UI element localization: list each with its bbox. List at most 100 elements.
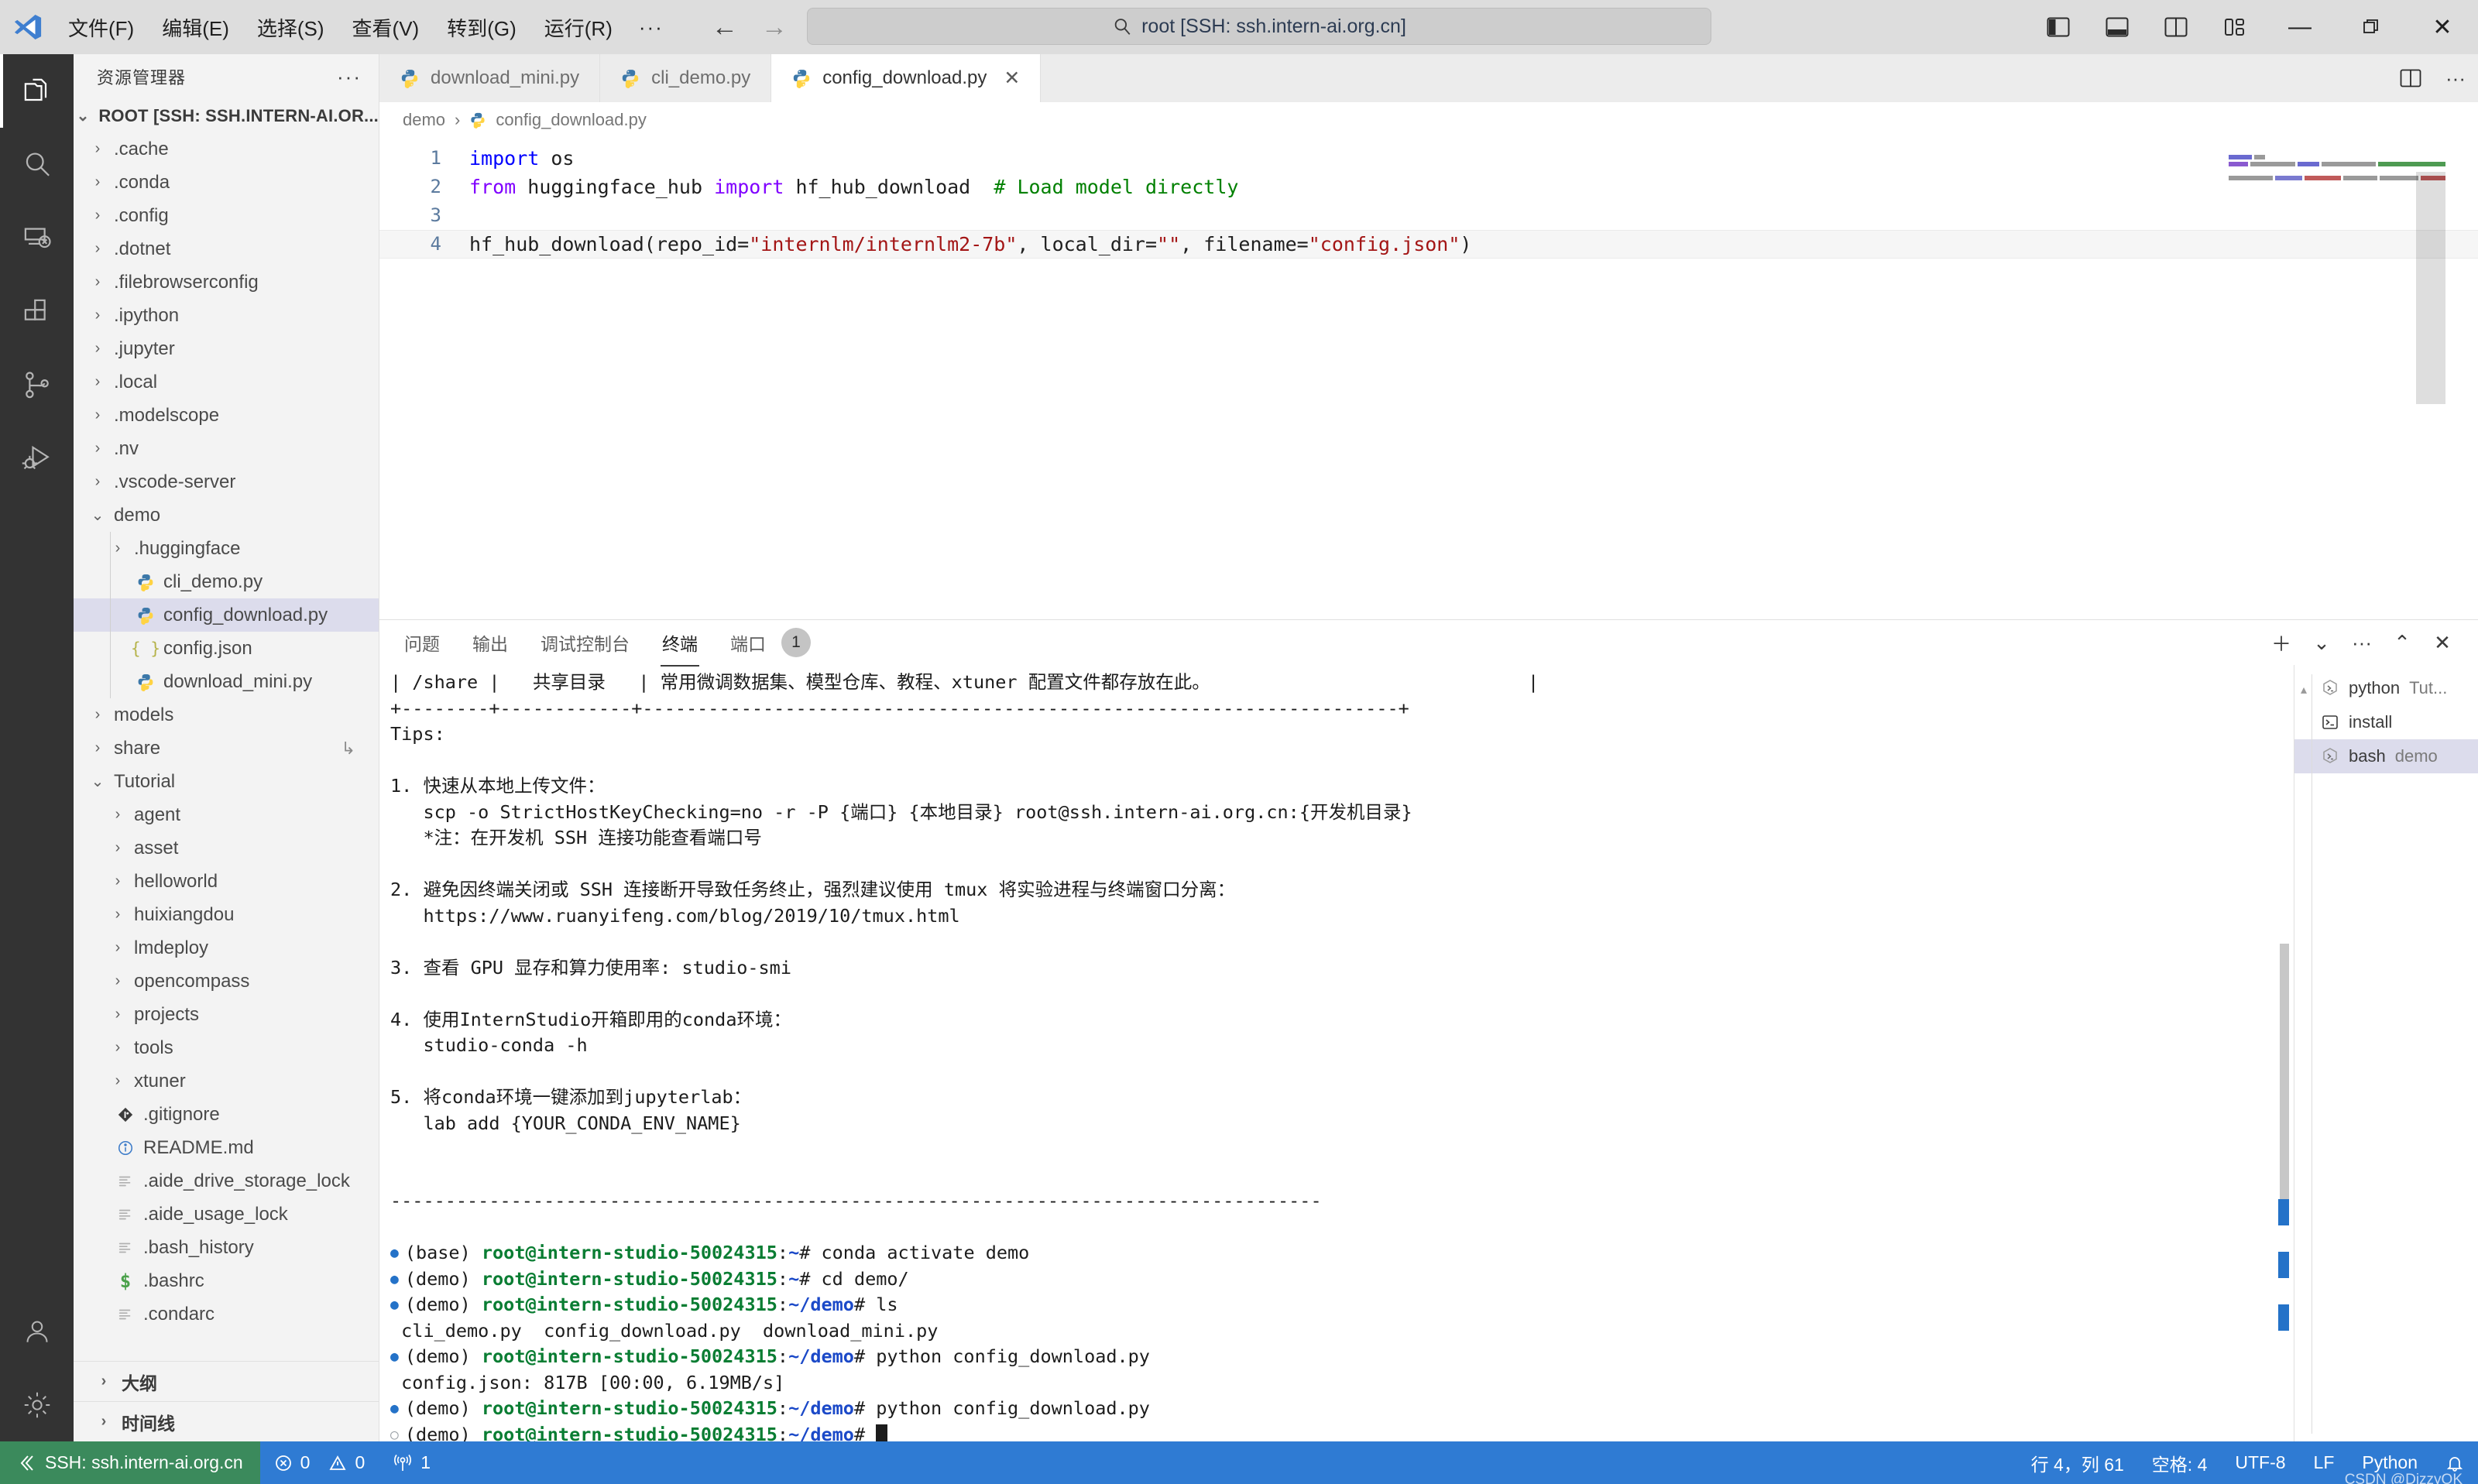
terminal-list-item-bash-demo[interactable]: bash demo	[2294, 739, 2478, 773]
close-panel-icon[interactable]: ✕	[2422, 622, 2463, 663]
tree-item-projects[interactable]: › projects	[74, 998, 379, 1031]
tree-item-share[interactable]: › share ↳	[74, 732, 379, 765]
panel-tab-debug-console[interactable]: 调试控制台	[539, 625, 631, 660]
go-forward-icon[interactable]: →	[761, 14, 788, 40]
tree-item-download-mini-py[interactable]: download_mini.py	[74, 665, 379, 698]
tree-item-config[interactable]: › .config	[74, 199, 379, 232]
activitybar-extensions[interactable]	[0, 275, 74, 348]
status-indentation[interactable]: 空格: 4	[2138, 1441, 2222, 1484]
toggle-primary-sidebar-icon[interactable]	[2029, 0, 2088, 54]
panel-tab-problems[interactable]: 问题	[403, 625, 441, 660]
tree-item-asset[interactable]: › asset	[74, 831, 379, 865]
tree-item-config-download-py[interactable]: config_download.py	[74, 598, 379, 632]
tree-item-dotnet[interactable]: › .dotnet	[74, 232, 379, 266]
tree-item-xtuner[interactable]: › xtuner	[74, 1064, 379, 1098]
terminal-list-item-install[interactable]: install	[2294, 705, 2478, 739]
close-window-button[interactable]: ✕	[2407, 0, 2478, 54]
toggle-panel-icon[interactable]	[2088, 0, 2147, 54]
status-ports[interactable]: 1	[379, 1441, 444, 1484]
close-icon[interactable]: ✕	[1004, 67, 1020, 90]
tree-item-local[interactable]: › .local	[74, 365, 379, 399]
activitybar-search[interactable]	[0, 128, 74, 201]
tree-item-opencompass[interactable]: › opencompass	[74, 965, 379, 998]
terminal-list-item-python[interactable]: python Tut...	[2294, 671, 2478, 705]
breadcrumb-file[interactable]: config_download.py	[496, 110, 646, 130]
maximize-panel-icon[interactable]: ⌃	[2382, 622, 2422, 663]
tab-cli-demo[interactable]: cli_demo.py	[600, 54, 772, 102]
tree-item-tutorial[interactable]: ⌄ Tutorial	[74, 765, 379, 798]
customize-layout-icon[interactable]	[2205, 0, 2264, 54]
tree-item-conda[interactable]: › .conda	[74, 166, 379, 199]
explorer-more-icon[interactable]: ···	[337, 65, 362, 89]
tab-download-mini[interactable]: download_mini.py	[379, 54, 601, 102]
menu-view[interactable]: 查看(V)	[340, 9, 432, 46]
activitybar-remote-explorer[interactable]	[0, 201, 74, 275]
activitybar-run-and-debug[interactable]	[0, 422, 74, 495]
split-editor-icon[interactable]	[2388, 54, 2433, 102]
editor-vertical-scrollbar[interactable]	[2445, 138, 2478, 619]
toggle-secondary-sidebar-icon[interactable]	[2147, 0, 2205, 54]
tree-item-lmdeploy[interactable]: › lmdeploy	[74, 931, 379, 965]
breadcrumb-folder[interactable]: demo	[403, 110, 445, 130]
status-encoding[interactable]: UTF-8	[2221, 1441, 2299, 1484]
tree-item-cli-demo-py[interactable]: cli_demo.py	[74, 565, 379, 598]
tree-item-nv[interactable]: › .nv	[74, 432, 379, 465]
tree-item-config-json[interactable]: { } config.json	[74, 632, 379, 665]
tree-item-agent[interactable]: › agent	[74, 798, 379, 831]
tree-item-ipython[interactable]: › .ipython	[74, 299, 379, 332]
status-remote-host[interactable]: SSH: ssh.intern-ai.org.cn	[0, 1441, 260, 1484]
menu-selection[interactable]: 选择(S)	[245, 9, 337, 46]
tree-root-folder[interactable]: ⌄ ROOT [SSH: SSH.INTERN-AI.OR...	[74, 99, 379, 132]
activitybar-accounts[interactable]	[0, 1294, 74, 1368]
tree-item-models[interactable]: › models	[74, 698, 379, 732]
status-problems[interactable]: 0 0	[260, 1441, 379, 1484]
panel-more-actions-icon[interactable]: ···	[2342, 622, 2382, 663]
terminal-dropdown-icon[interactable]: ⌄	[2301, 622, 2342, 663]
tree-item-filebrowserconfig[interactable]: › .filebrowserconfig	[74, 266, 379, 299]
tree-item-modelscope[interactable]: › .modelscope	[74, 399, 379, 432]
tree-item-readme-md[interactable]: README.md	[74, 1131, 379, 1164]
go-back-icon[interactable]: ←	[712, 14, 738, 40]
tree-item-aide-usage-lock[interactable]: .aide_usage_lock	[74, 1198, 379, 1231]
status-editor-position[interactable]: 行 4，列 61	[2017, 1441, 2138, 1484]
tree-item-bash-history[interactable]: .bash_history	[74, 1231, 379, 1264]
tab-config-download[interactable]: config_download.py ✕	[771, 54, 1042, 102]
minimize-button[interactable]: —	[2264, 0, 2336, 54]
tree-item-jupyter[interactable]: › .jupyter	[74, 332, 379, 365]
sidebar-panel-timeline[interactable]: › 时间线	[74, 1401, 379, 1441]
file-tree[interactable]: ⌄ ROOT [SSH: SSH.INTERN-AI.OR... › .cache…	[74, 99, 379, 1361]
menu-file[interactable]: 文件(F)	[56, 9, 146, 46]
tree-item-huggingface[interactable]: › .huggingface	[74, 532, 379, 565]
status-eol[interactable]: LF	[2300, 1441, 2349, 1484]
terminal-scrollbar[interactable]	[2280, 944, 2289, 1199]
editor-more-actions-icon[interactable]: ···	[2433, 54, 2478, 102]
menu-more-icon[interactable]: ···	[628, 11, 674, 44]
activitybar-explorer[interactable]	[0, 54, 74, 128]
menu-edit[interactable]: 编辑(E)	[149, 9, 242, 46]
tree-item-gitignore[interactable]: .gitignore	[74, 1098, 379, 1131]
new-terminal-icon[interactable]: ＋	[2261, 622, 2301, 663]
maximize-restore-button[interactable]	[2336, 0, 2407, 54]
tree-item-huixiangdou[interactable]: › huixiangdou	[74, 898, 379, 931]
terminal-output[interactable]: | /share | 共享目录 | 常用微调数据集、模型仓库、教程、xtuner…	[379, 665, 2294, 1441]
tree-item-cache[interactable]: › .cache	[74, 132, 379, 166]
sidebar-panel-outline[interactable]: › 大纲	[74, 1361, 379, 1401]
menu-go[interactable]: 转到(G)	[434, 9, 529, 46]
menu-run[interactable]: 运行(R)	[532, 9, 625, 46]
minimap-slider[interactable]	[2416, 172, 2445, 404]
editor-minimap[interactable]	[2222, 138, 2445, 619]
panel-tab-output[interactable]: 输出	[471, 625, 510, 660]
tree-item-bashrc[interactable]: $ .bashrc	[74, 1264, 379, 1297]
tree-item-vscode-server[interactable]: › .vscode-server	[74, 465, 379, 499]
activitybar-source-control[interactable]	[0, 348, 74, 422]
activitybar-settings-gear[interactable]	[0, 1368, 74, 1441]
tree-item-tools[interactable]: › tools	[74, 1031, 379, 1064]
tree-item-aide-drive-storage-lock[interactable]: .aide_drive_storage_lock	[74, 1164, 379, 1198]
tree-item-helloworld[interactable]: › helloworld	[74, 865, 379, 898]
tree-item-demo[interactable]: ⌄ demo	[74, 499, 379, 532]
command-center-search[interactable]: root [SSH: ssh.intern-ai.org.cn]	[807, 8, 1711, 45]
panel-tab-ports[interactable]: 端口	[729, 625, 767, 660]
code-editor[interactable]: 1 import os 2 from huggingface_hub impor…	[379, 138, 2478, 619]
scroll-up-icon[interactable]: ▴	[2301, 682, 2307, 697]
panel-tab-terminal[interactable]: 终端	[661, 625, 699, 667]
